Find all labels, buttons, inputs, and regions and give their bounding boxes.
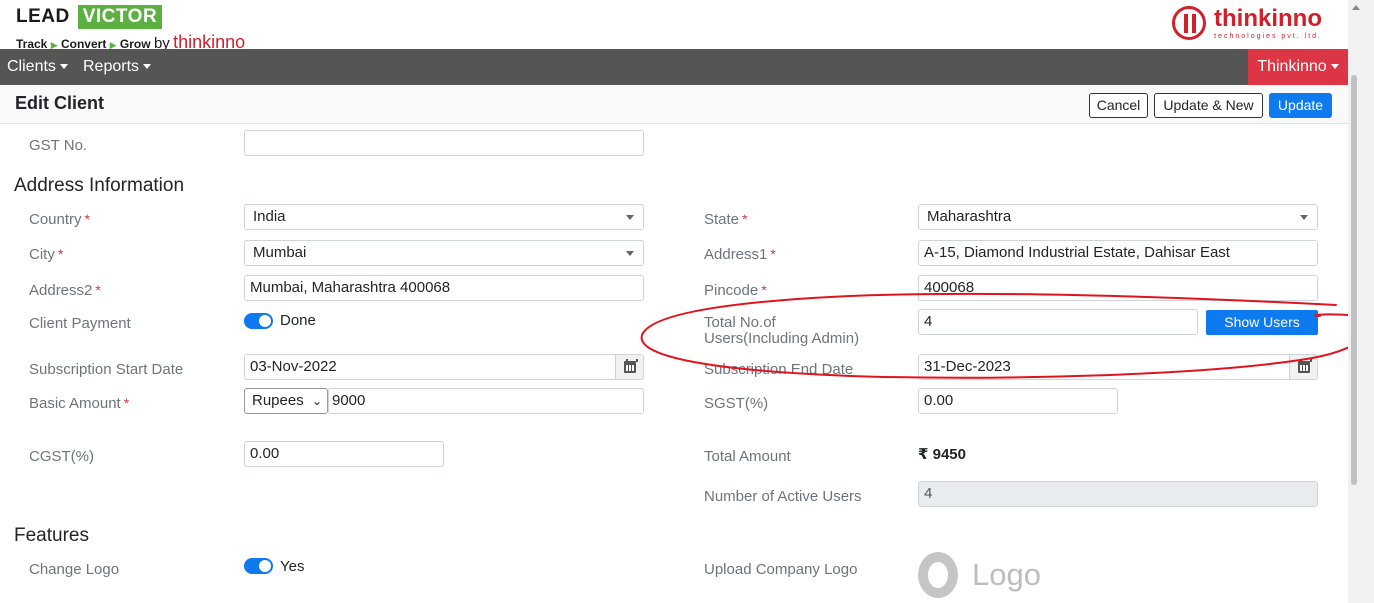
sub-end-label: Subscription End Date bbox=[704, 361, 854, 378]
logo-upload-placeholder[interactable]: Logo bbox=[918, 552, 1041, 598]
address1-label: Address1 * bbox=[704, 246, 776, 263]
client-payment-status: Done bbox=[280, 312, 316, 329]
client-payment-toggle[interactable] bbox=[244, 313, 273, 329]
gst-label: GST No. bbox=[29, 137, 88, 154]
scrollbar-thumb[interactable] bbox=[1351, 75, 1357, 485]
state-select[interactable]: Maharashtra bbox=[918, 204, 1318, 230]
address2-input[interactable]: Mumbai, Maharashtra 400068 bbox=[244, 275, 644, 301]
sgst-label: SGST(%) bbox=[704, 395, 769, 412]
calendar-icon bbox=[624, 359, 638, 373]
lead-victor-logo[interactable]: LEAD VICTOR Track ▶ Convert ▶ Grow by th… bbox=[16, 5, 245, 53]
sub-end-date-input[interactable]: 31-Dec-2023 bbox=[918, 354, 1318, 380]
sub-end-date-value: 31-Dec-2023 bbox=[924, 358, 1011, 375]
corp-sub: technologies pvt. ltd. bbox=[1214, 32, 1322, 40]
sub-start-date-input[interactable]: 03-Nov-2022 bbox=[244, 354, 644, 380]
address1-input[interactable]: A-15, Diamond Industrial Estate, Dahisar… bbox=[918, 240, 1318, 266]
calendar-icon bbox=[1298, 359, 1312, 373]
active-users-label: Number of Active Users bbox=[704, 488, 862, 505]
currency-select[interactable]: Rupees ⌄ bbox=[244, 388, 328, 414]
city-select[interactable]: Mumbai bbox=[244, 240, 644, 266]
corp-name: thinkinno bbox=[1214, 4, 1322, 32]
basic-amount-label: Basic Amount * bbox=[29, 395, 130, 412]
page-title: Edit Client bbox=[15, 93, 104, 113]
logo-victor-text: VICTOR bbox=[77, 5, 163, 29]
calendar-button[interactable] bbox=[615, 355, 643, 379]
country-label: Country * bbox=[29, 211, 90, 228]
scroll-up-arrow-icon[interactable] bbox=[1352, 5, 1360, 10]
sgst-input[interactable]: 0.00 bbox=[918, 388, 1118, 414]
sub-start-date-value: 03-Nov-2022 bbox=[250, 358, 337, 375]
caret-down-icon bbox=[143, 64, 152, 70]
nav-clients-label: Clients bbox=[7, 58, 56, 75]
sub-start-label: Subscription Start Date bbox=[29, 361, 184, 378]
nav-clients-dropdown[interactable]: Clients bbox=[7, 49, 68, 85]
basic-amount-input[interactable]: 9000 bbox=[328, 388, 644, 414]
logo-lead-text: LEAD bbox=[16, 6, 70, 27]
address2-label: Address2 * bbox=[29, 282, 101, 299]
pincode-input[interactable]: 400068 bbox=[918, 275, 1318, 301]
change-logo-status: Yes bbox=[280, 558, 305, 575]
features-section-heading: Features bbox=[14, 525, 89, 546]
show-users-button[interactable]: Show Users bbox=[1206, 310, 1318, 335]
country-select[interactable]: India bbox=[244, 204, 644, 230]
page-header-bar: Edit Client Cancel Update & New Update bbox=[0, 85, 1348, 124]
thinkinno-mark-icon bbox=[1172, 6, 1206, 40]
main-navbar: Clients Reports Thinkinno bbox=[0, 49, 1348, 85]
cgst-input[interactable]: 0.00 bbox=[244, 441, 444, 467]
calendar-button[interactable] bbox=[1289, 355, 1317, 379]
city-label: City * bbox=[29, 246, 64, 263]
total-amount-label: Total Amount bbox=[704, 448, 791, 465]
cgst-label: CGST(%) bbox=[29, 448, 94, 465]
state-label: State * bbox=[704, 211, 748, 228]
logo-ring-icon bbox=[918, 552, 958, 598]
gst-input[interactable] bbox=[244, 130, 644, 156]
user-menu-dropdown[interactable]: Thinkinno bbox=[1248, 49, 1348, 85]
client-payment-label: Client Payment bbox=[29, 315, 131, 332]
update-and-new-button[interactable]: Update & New bbox=[1154, 93, 1263, 118]
pincode-label: Pincode * bbox=[704, 282, 767, 299]
app-header: LEAD VICTOR Track ▶ Convert ▶ Grow by th… bbox=[0, 0, 1348, 52]
total-amount-value: ₹ 9450 bbox=[918, 446, 966, 463]
total-users-label: Total No.of Users(Including Admin) bbox=[704, 314, 860, 347]
active-users-input: 4 bbox=[918, 481, 1318, 507]
nav-reports-label: Reports bbox=[83, 58, 140, 75]
logo-placeholder-text: Logo bbox=[972, 557, 1041, 592]
cancel-button[interactable]: Cancel bbox=[1089, 93, 1148, 118]
nav-reports-dropdown[interactable]: Reports bbox=[83, 49, 152, 85]
caret-down-icon bbox=[59, 64, 68, 70]
upload-logo-label: Upload Company Logo bbox=[704, 561, 858, 578]
currency-value: Rupees bbox=[252, 392, 304, 409]
update-button[interactable]: Update bbox=[1269, 93, 1332, 118]
change-logo-toggle[interactable] bbox=[244, 558, 273, 574]
change-logo-label: Change Logo bbox=[29, 561, 120, 578]
thinkinno-logo: thinkinno technologies pvt. ltd. bbox=[1172, 6, 1322, 40]
total-users-input[interactable]: 4 bbox=[918, 309, 1198, 335]
chevron-down-icon: ⌄ bbox=[311, 394, 322, 408]
caret-down-icon bbox=[1330, 64, 1339, 70]
address-section-heading: Address Information bbox=[14, 175, 185, 196]
user-menu-label: Thinkinno bbox=[1257, 58, 1327, 75]
